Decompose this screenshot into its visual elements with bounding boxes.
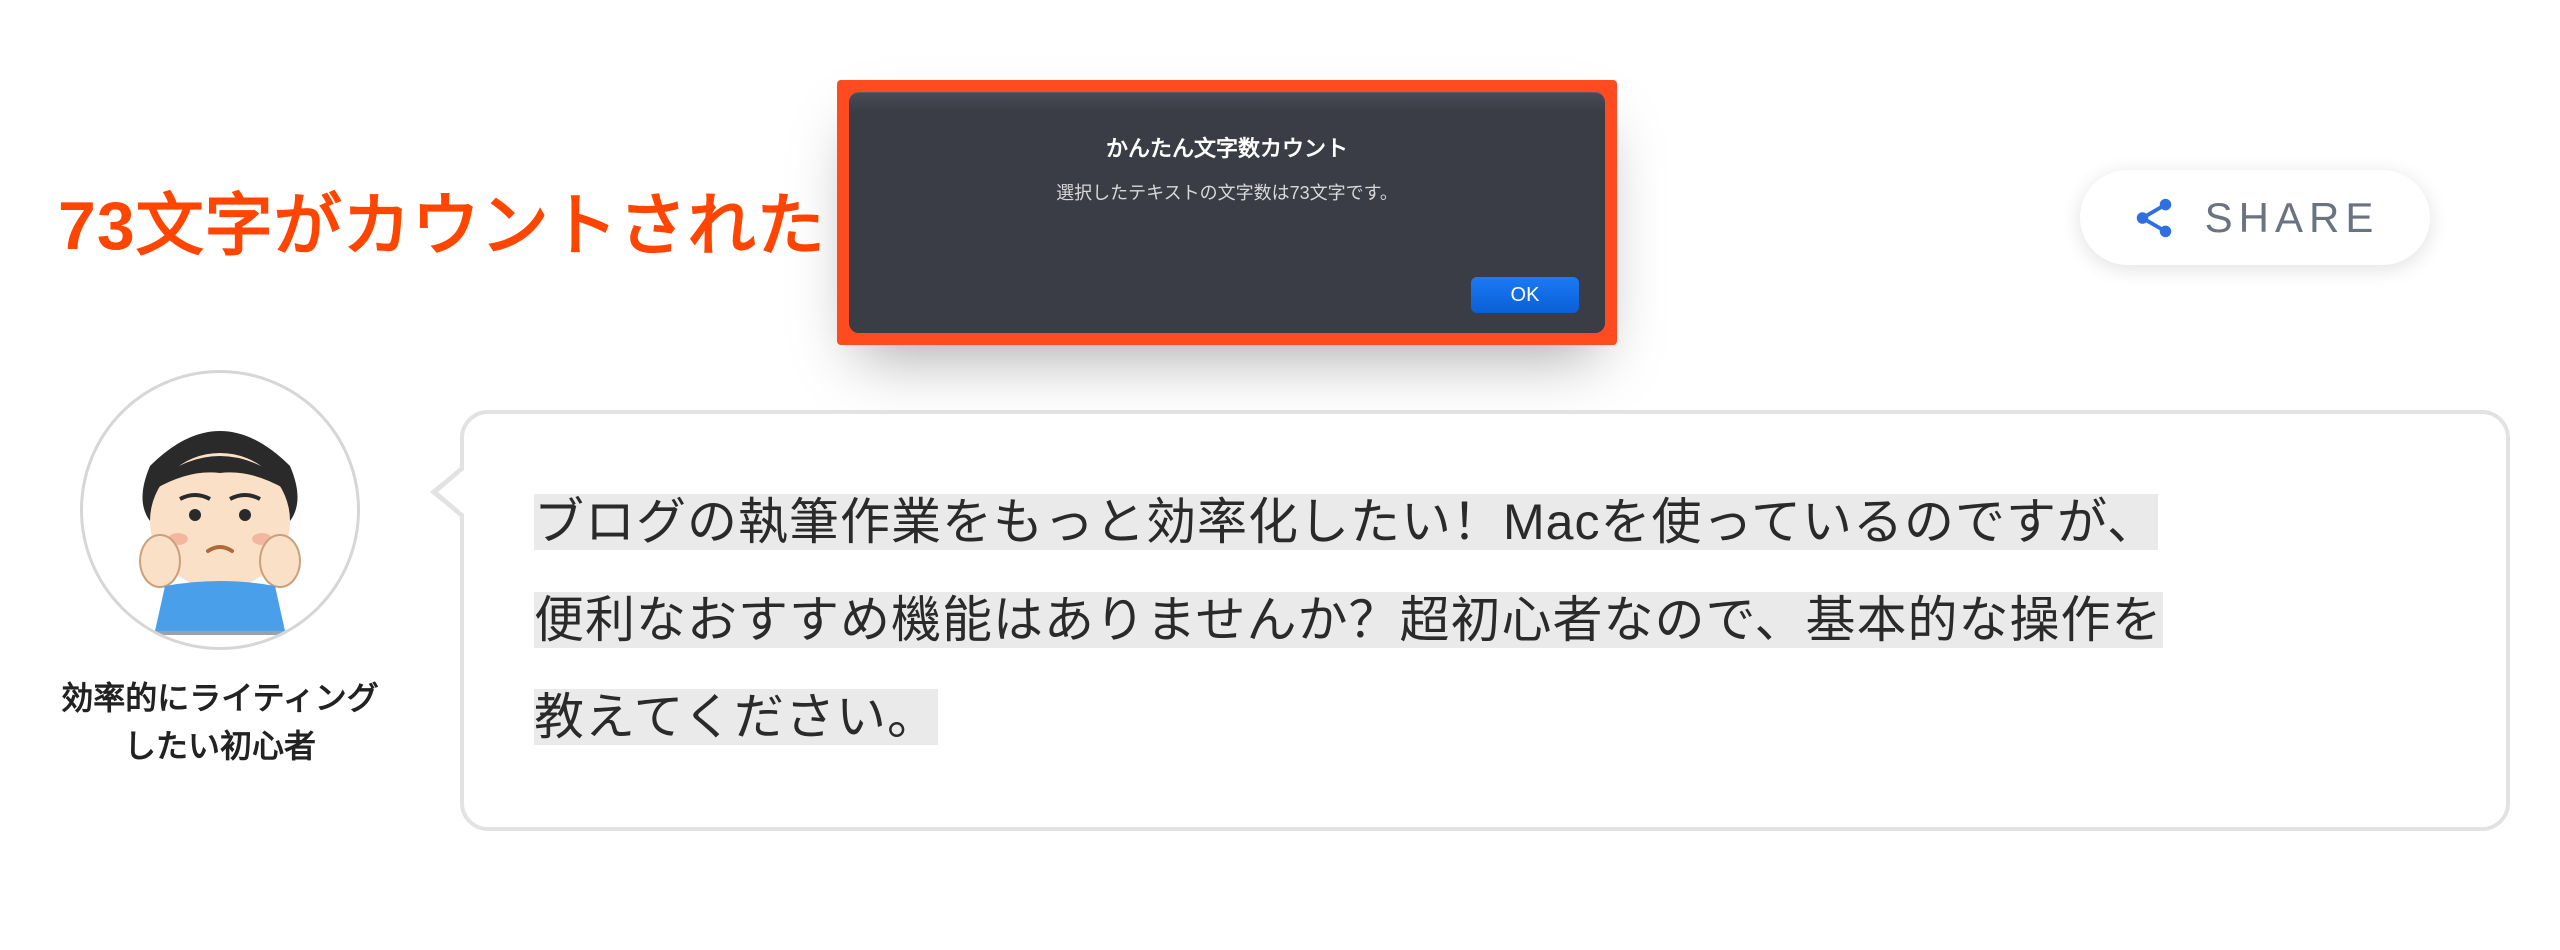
bubble-line-1: ブログの執筆作業をもっと効率化したい！Macを使っているのですが、	[534, 494, 2158, 550]
bubble-text: ブログの執筆作業をもっと効率化したい！Macを使っているのですが、 便利なおすす…	[534, 474, 2436, 767]
avatar-caption-line2: したい初心者	[124, 728, 316, 764]
ok-button[interactable]: OK	[1471, 277, 1579, 313]
share-button[interactable]: SHARE	[2080, 170, 2430, 265]
avatar-block: 効率的にライティング したい初心者	[30, 370, 410, 770]
dialog-message: 選択したテキストの文字数は73文字です。	[899, 179, 1555, 205]
share-label: SHARE	[2205, 194, 2380, 242]
bubble-line-3: 教えてください。	[534, 689, 938, 745]
bubble-line-2: 便利なおすすめ機能はありませんか？超初心者なので、基本的な操作を	[534, 592, 2163, 648]
dialog-screenshot-frame: かんたん文字数カウント 選択したテキストの文字数は73文字です。 OK	[837, 80, 1617, 345]
dialog-window: かんたん文字数カウント 選択したテキストの文字数は73文字です。 OK	[849, 92, 1605, 333]
avatar-caption: 効率的にライティング したい初心者	[30, 674, 410, 770]
page-heading: 73文字がカウントされた	[58, 170, 826, 269]
dialog-title: かんたん文字数カウント	[899, 131, 1555, 163]
speech-bubble: ブログの執筆作業をもっと効率化したい！Macを使っているのですが、 便利なおすす…	[460, 410, 2510, 831]
share-icon	[2131, 195, 2177, 241]
avatar-caption-line1: 効率的にライティング	[61, 680, 378, 716]
avatar	[80, 370, 360, 650]
